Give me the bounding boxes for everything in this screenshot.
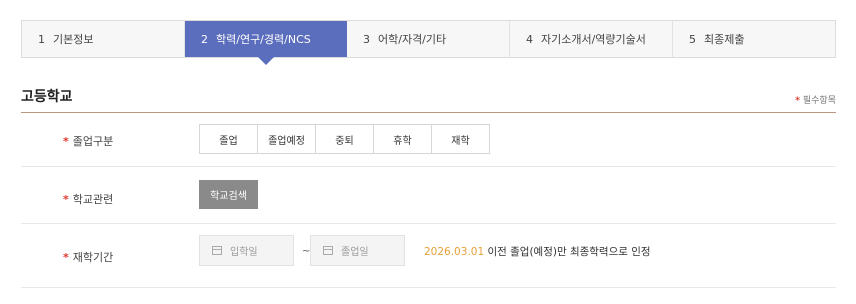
- required-legend: * 필수항목: [795, 93, 836, 106]
- tab-final-submit[interactable]: 5 최종제출: [673, 21, 835, 57]
- step-label: 자기소개서/역량기술서: [541, 33, 646, 46]
- required-label: 필수항목: [802, 96, 836, 106]
- graduation-type-label: * 졸업구분: [63, 133, 113, 149]
- end-date-placeholder: 졸업일: [341, 247, 369, 258]
- required-star: *: [63, 135, 69, 148]
- tab-self-intro[interactable]: 4 자기소개서/역량기술서: [510, 21, 673, 57]
- graduation-type-options: 졸업 졸업예정 중퇴 휴학 재학: [199, 124, 490, 154]
- step-number: 2: [201, 32, 208, 46]
- end-date-input[interactable]: 졸업일: [310, 235, 405, 266]
- step-number: 4: [526, 32, 533, 46]
- option-leave-of-absence[interactable]: 휴학: [374, 125, 432, 153]
- required-star: *: [795, 96, 800, 106]
- row-enrollment-period: * 재학기간 입학일 ~ 졸업일 2026.03.01 이전 졸업(예정)만 최종…: [21, 224, 836, 288]
- label-text: 재학기간: [72, 251, 114, 264]
- required-star: *: [63, 251, 69, 264]
- tab-basic-info[interactable]: 1 기본정보: [22, 21, 185, 57]
- step-label: 학력/연구/경력/NCS: [216, 33, 311, 46]
- school-search-button[interactable]: 학교검색: [199, 180, 258, 209]
- label-text: 학교관련: [72, 193, 114, 206]
- school-label: * 학교관련: [63, 191, 113, 207]
- step-number: 1: [38, 32, 45, 46]
- enrollment-period-label: * 재학기간: [63, 249, 113, 265]
- row-graduation-type: * 졸업구분 졸업 졸업예정 중퇴 휴학 재학: [21, 113, 836, 167]
- calendar-icon: [212, 246, 222, 255]
- cutoff-date: 2026.03.01: [424, 246, 485, 258]
- required-star: *: [63, 193, 69, 206]
- step-label: 어학/자격/기타: [378, 33, 447, 46]
- option-dropped-out[interactable]: 중퇴: [316, 125, 374, 153]
- option-enrolled[interactable]: 재학: [432, 125, 489, 153]
- calendar-icon: [323, 246, 333, 255]
- tab-education-career[interactable]: 2 학력/연구/경력/NCS: [185, 21, 347, 65]
- start-date-placeholder: 입학일: [230, 247, 258, 258]
- section-title: 고등학교: [21, 89, 73, 105]
- label-text: 졸업구분: [72, 135, 114, 148]
- row-school: * 학교관련 학교검색: [21, 167, 836, 224]
- option-graduated[interactable]: 졸업: [200, 125, 258, 153]
- step-number: 3: [363, 32, 370, 46]
- active-step-pointer: [258, 57, 274, 65]
- step-label: 기본정보: [53, 33, 94, 46]
- step-tabs: 1 기본정보 2 학력/연구/경력/NCS 3 어학/자격/기타 4 자기소개서…: [21, 20, 836, 65]
- period-note: 2026.03.01 이전 졸업(예정)만 최종학력으로 인정: [424, 244, 651, 259]
- start-date-input[interactable]: 입학일: [199, 235, 294, 266]
- option-expected-graduation[interactable]: 졸업예정: [258, 125, 316, 153]
- step-label: 최종제출: [704, 33, 745, 46]
- step-number: 5: [689, 32, 696, 46]
- tab-language-license[interactable]: 3 어학/자격/기타: [347, 21, 510, 57]
- note-text: 이전 졸업(예정)만 최종학력으로 인정: [484, 246, 651, 258]
